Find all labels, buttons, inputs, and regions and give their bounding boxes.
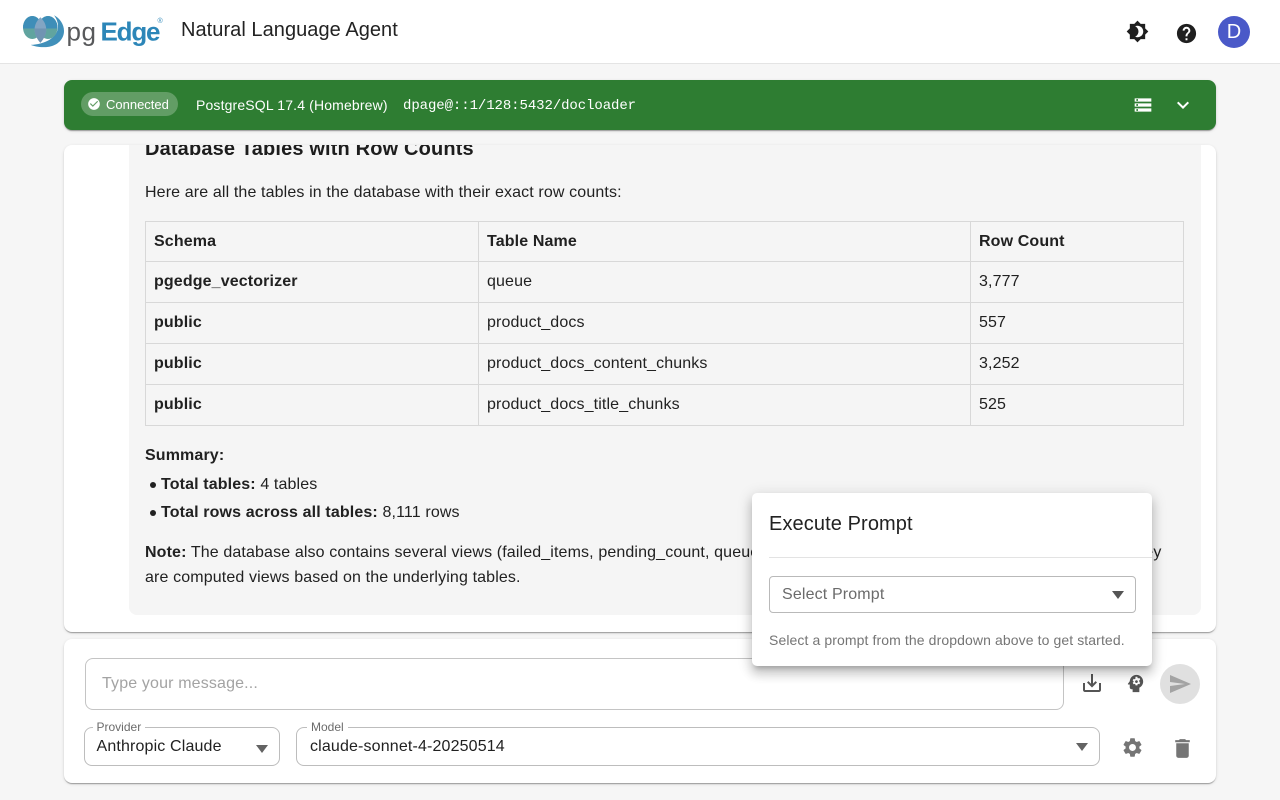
- svg-text:Edge: Edge: [101, 17, 161, 47]
- svg-text:pg: pg: [67, 17, 97, 47]
- svg-text:®: ®: [158, 17, 164, 25]
